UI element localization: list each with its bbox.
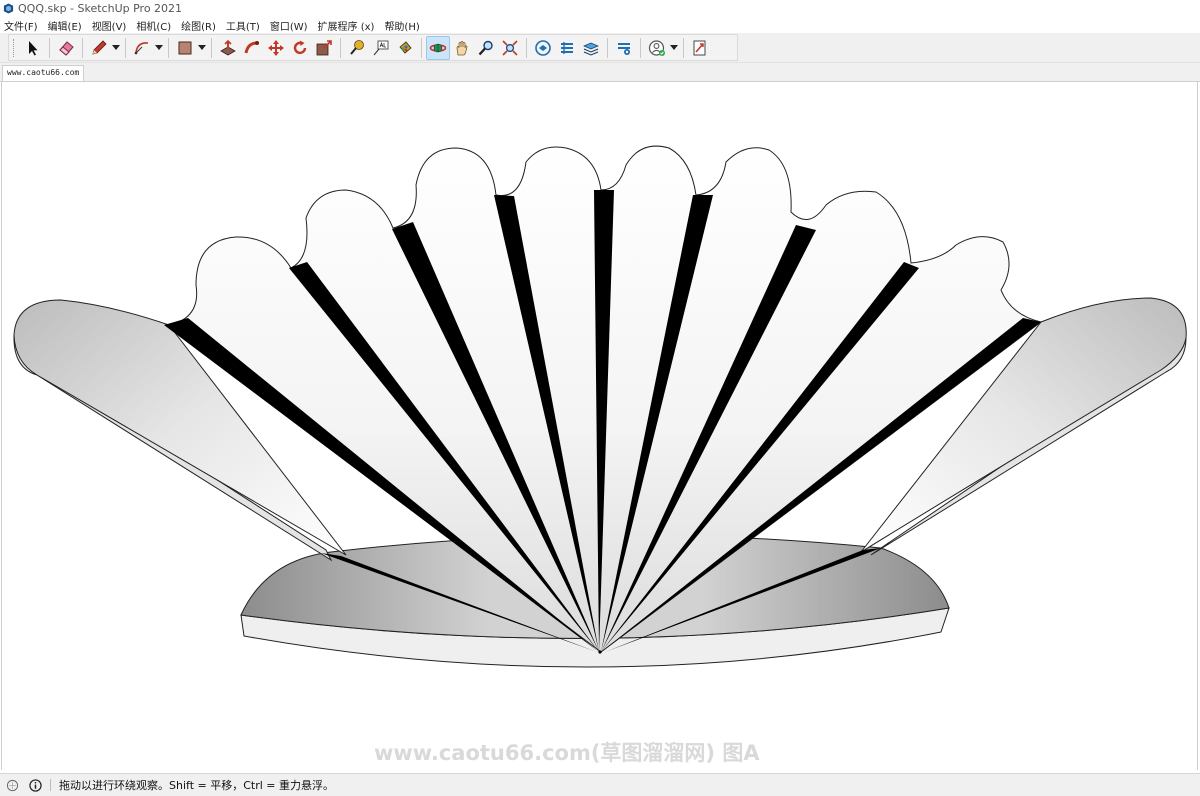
toolbar-separator	[526, 37, 527, 58]
move-icon	[268, 39, 284, 56]
toolbar-separator	[607, 37, 608, 58]
toolbar-separator	[340, 37, 341, 58]
line-tool-dropdown[interactable]	[111, 36, 121, 60]
warehouse-icon	[535, 39, 551, 56]
rectangle-icon	[178, 41, 192, 54]
zoom-extents-icon	[502, 39, 518, 56]
arc-icon	[134, 41, 149, 54]
zoom-icon	[478, 40, 493, 55]
menu-help[interactable]: 帮助(H)	[379, 18, 424, 33]
arc-tool-dropdown[interactable]	[154, 36, 164, 60]
zoom-extents-tool-button[interactable]	[498, 36, 522, 60]
pencil-line-icon	[92, 39, 107, 55]
toolbar-separator	[82, 37, 83, 58]
layout-icon	[583, 42, 599, 56]
rotate-icon	[293, 40, 307, 54]
rectangle-tool-dropdown[interactable]	[197, 36, 207, 60]
menu-extensions[interactable]: 扩展程序 (x)	[313, 18, 380, 33]
window-title: QQQ.skp - SketchUp Pro 2021	[18, 2, 183, 15]
shell-hinge	[598, 650, 602, 654]
model-viewport[interactable]	[1, 82, 1198, 770]
send-to-layout-button[interactable]	[688, 36, 712, 60]
sketchup-logo-icon	[3, 3, 14, 14]
orbit-icon	[429, 43, 447, 52]
toolbar-separator	[211, 37, 212, 58]
select-tool-button[interactable]	[21, 36, 45, 60]
user-account-button[interactable]	[645, 36, 669, 60]
push-pull-icon	[220, 39, 236, 55]
info-icon[interactable]	[29, 778, 42, 792]
menu-camera[interactable]: 相机(C)	[131, 18, 176, 33]
toolbar-grip[interactable]	[13, 38, 17, 57]
rectangle-tool-button[interactable]	[173, 36, 197, 60]
chevron-down-icon	[670, 45, 678, 50]
zoom-tool-button[interactable]	[474, 36, 498, 60]
large-tool-set-toolbar	[8, 34, 738, 61]
watermark-text: www.caotu66.com(草图溜溜网) 图A	[374, 741, 760, 765]
tape-measure-tool-button[interactable]	[345, 36, 369, 60]
follow-me-tool-button[interactable]	[240, 36, 264, 60]
paint-bucket-tool-button[interactable]	[393, 36, 417, 60]
send-to-layout-icon	[693, 40, 706, 55]
arc-tool-button[interactable]	[130, 36, 154, 60]
toolbar-separator	[640, 37, 641, 58]
select-arrow-icon	[29, 40, 38, 55]
chevron-down-icon	[155, 45, 163, 50]
menu-window[interactable]: 窗口(W)	[265, 18, 313, 33]
text-icon	[373, 40, 389, 55]
menu-tools[interactable]: 工具(T)	[221, 18, 265, 33]
text-tool-button[interactable]	[369, 36, 393, 60]
toolbar-separator	[49, 37, 50, 58]
extension-warehouse-button[interactable]	[555, 36, 579, 60]
menu-edit[interactable]: 编辑(E)	[43, 18, 87, 33]
pan-icon	[456, 40, 468, 55]
toolbar-separator	[421, 37, 422, 58]
user-account-icon	[648, 39, 665, 56]
menu-bar: 文件(F) 编辑(E) 视图(V) 相机(C) 绘图(R) 工具(T) 窗口(W…	[0, 17, 1200, 33]
extension-manager-button[interactable]	[612, 36, 636, 60]
status-bar: 拖动以进行环绕观察。Shift = 平移，Ctrl = 重力悬浮。	[0, 773, 1200, 796]
scene-tab-strip: www.caotu66.com	[0, 63, 1200, 82]
menu-file[interactable]: 文件(F)	[0, 18, 43, 33]
eraser-icon	[59, 40, 74, 56]
layout-button[interactable]	[579, 36, 603, 60]
pan-tool-button[interactable]	[450, 36, 474, 60]
move-tool-button[interactable]	[264, 36, 288, 60]
title-bar: QQQ.skp - SketchUp Pro 2021	[0, 0, 1200, 17]
toolbar-separator	[168, 37, 169, 58]
chevron-down-icon	[198, 45, 206, 50]
tape-measure-icon	[350, 39, 364, 55]
menu-draw[interactable]: 绘图(R)	[176, 18, 221, 33]
paint-bucket-icon	[399, 40, 412, 54]
menu-view[interactable]: 视图(V)	[87, 18, 132, 33]
push-pull-tool-button[interactable]	[216, 36, 240, 60]
eraser-tool-button[interactable]	[54, 36, 78, 60]
extension-manager-icon	[618, 42, 630, 55]
scale-icon	[316, 39, 332, 55]
line-tool-button[interactable]	[87, 36, 111, 60]
user-account-dropdown[interactable]	[669, 36, 679, 60]
3d-warehouse-button[interactable]	[531, 36, 555, 60]
orbit-tool-button[interactable]	[426, 35, 450, 60]
toolbar-separator	[683, 37, 684, 58]
extension-warehouse-icon	[561, 41, 573, 54]
status-divider	[50, 779, 51, 791]
toolbar-separator	[125, 37, 126, 58]
geo-location-icon[interactable]	[6, 779, 19, 792]
scale-tool-button[interactable]	[312, 36, 336, 60]
status-message: 拖动以进行环绕观察。Shift = 平移，Ctrl = 重力悬浮。	[59, 779, 334, 792]
rotate-tool-button[interactable]	[288, 36, 312, 60]
follow-me-icon	[244, 40, 259, 53]
toolbar-area	[0, 33, 1200, 63]
shell-model-drawing	[13, 145, 1187, 668]
chevron-down-icon	[112, 45, 120, 50]
scene-tab[interactable]: www.caotu66.com	[2, 65, 85, 81]
